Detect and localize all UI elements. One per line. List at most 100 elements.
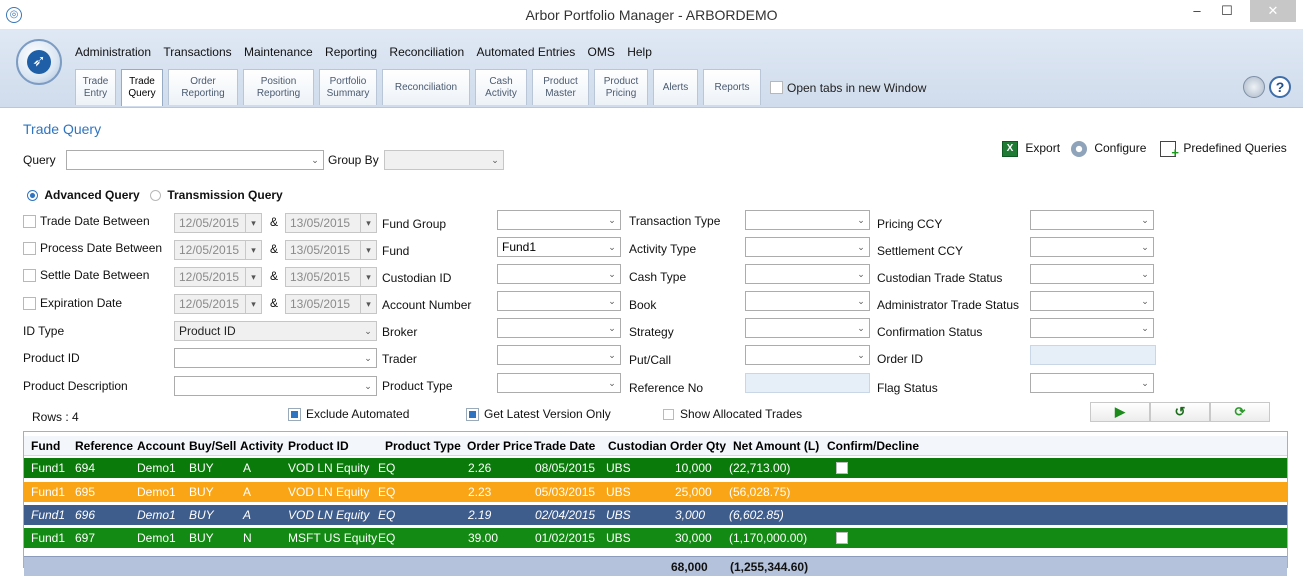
col-trade-date[interactable]: Trade Date (534, 439, 595, 453)
confirm-checkbox[interactable] (836, 532, 848, 544)
group-by-select[interactable]: ⌄ (384, 150, 504, 170)
process-date-to[interactable]: 13/05/2015 ▾ (285, 240, 377, 260)
run-query-button[interactable]: ▶ (1090, 402, 1150, 422)
pricing-ccy-select[interactable]: ⌄ (1030, 210, 1154, 230)
menu-oms[interactable]: OMS (588, 45, 615, 59)
menu-administration[interactable]: Administration (75, 45, 151, 59)
order-id-input[interactable] (1030, 345, 1156, 365)
undo-button[interactable]: ↺ (1150, 402, 1210, 422)
col-product-type[interactable]: Product Type (385, 439, 461, 453)
trade-date-checkbox[interactable] (23, 215, 36, 229)
latest-version-checkbox[interactable] (466, 408, 479, 422)
process-date-checkbox[interactable] (23, 242, 36, 256)
tab-reconciliation[interactable]: Reconciliation (382, 69, 470, 105)
show-allocated-checkbox[interactable] (663, 409, 674, 421)
product-type-select[interactable]: ⌄ (497, 373, 621, 393)
close-button[interactable]: ✕ (1250, 0, 1296, 22)
menu-transactions[interactable]: Transactions (163, 45, 231, 59)
tab-trade-query[interactable]: Trade Query (121, 69, 163, 106)
settle-date-to[interactable]: 13/05/2015 ▾ (285, 267, 377, 287)
col-order-price[interactable]: Order Price (467, 439, 532, 453)
predefined-queries-button[interactable]: + Predefined Queries (1160, 141, 1287, 160)
col-product-id[interactable]: Product ID (288, 439, 349, 453)
table-row[interactable]: Fund1 697 Demo1 BUY N MSFT US Equity EQ … (24, 528, 1287, 548)
export-button[interactable]: X Export (1002, 141, 1060, 157)
settle-date-checkbox[interactable] (23, 269, 36, 283)
trader-select[interactable]: ⌄ (497, 345, 621, 365)
product-description-input[interactable]: ⌄ (174, 376, 377, 396)
custodian-trade-status-select[interactable]: ⌄ (1030, 264, 1154, 284)
col-reference[interactable]: Reference (75, 439, 133, 453)
trade-date-from[interactable]: 12/05/2015 ▾ (174, 213, 262, 233)
fund-select[interactable]: Fund1 ⌄ (497, 237, 621, 257)
open-tabs-option[interactable]: Open tabs in new Window (770, 80, 926, 95)
product-id-input[interactable]: ⌄ (174, 348, 377, 368)
broker-select[interactable]: ⌄ (497, 318, 621, 338)
query-select[interactable]: ⌄ (66, 150, 324, 170)
settlement-ccy-select[interactable]: ⌄ (1030, 237, 1154, 257)
help-icon[interactable]: ? (1269, 76, 1291, 98)
col-activity[interactable]: Activity (240, 439, 283, 453)
exclude-automated-checkbox[interactable] (288, 408, 301, 422)
strategy-select[interactable]: ⌄ (745, 318, 870, 338)
globe-icon[interactable] (1243, 76, 1265, 98)
open-tabs-checkbox[interactable] (770, 81, 783, 95)
process-date-filter[interactable]: Process Date Between (23, 241, 162, 256)
menu-reporting[interactable]: Reporting (325, 45, 377, 59)
transmission-query-radio[interactable]: Transmission Query (150, 188, 283, 202)
confirmation-status-select[interactable]: ⌄ (1030, 318, 1154, 338)
account-number-select[interactable]: ⌄ (497, 291, 621, 311)
col-confirm-decline[interactable]: Confirm/Decline (827, 439, 919, 453)
put-call-select[interactable]: ⌄ (745, 345, 870, 365)
col-fund[interactable]: Fund (31, 439, 60, 453)
configure-button[interactable]: Configure (1071, 141, 1146, 157)
col-custodian[interactable]: Custodian (608, 439, 667, 453)
show-allocated-option[interactable]: Show Allocated Trades (663, 407, 802, 421)
trade-date-filter[interactable]: Trade Date Between (23, 214, 150, 229)
col-account[interactable]: Account (137, 439, 185, 453)
process-date-from[interactable]: 12/05/2015 ▾ (174, 240, 262, 260)
table-row[interactable]: Fund1 696 Demo1 BUY A VOD LN Equity EQ 2… (24, 505, 1287, 525)
fund-group-select[interactable]: ⌄ (497, 210, 621, 230)
expiration-date-checkbox[interactable] (23, 297, 36, 311)
tab-product-pricing[interactable]: Product Pricing (594, 69, 648, 105)
exclude-automated-option[interactable]: Exclude Automated (288, 407, 409, 422)
flag-status-select[interactable]: ⌄ (1030, 373, 1154, 393)
tab-portfolio-summary[interactable]: Portfolio Summary (319, 69, 377, 105)
col-net-amount[interactable]: Net Amount (L) (733, 439, 819, 453)
activity-type-select[interactable]: ⌄ (745, 237, 870, 257)
latest-version-option[interactable]: Get Latest Version Only (466, 407, 611, 422)
tab-order-reporting[interactable]: Order Reporting (168, 69, 238, 105)
advanced-query-radio[interactable]: Advanced Query (27, 188, 140, 202)
cash-type-select[interactable]: ⌄ (745, 264, 870, 284)
col-order-qty[interactable]: Order Qty (670, 439, 726, 453)
menu-help[interactable]: Help (627, 45, 652, 59)
tab-cash-activity[interactable]: Cash Activity (475, 69, 527, 105)
maximize-button[interactable]: ☐ (1212, 0, 1242, 22)
reference-no-input[interactable] (745, 373, 870, 393)
administrator-trade-status-select[interactable]: ⌄ (1030, 291, 1154, 311)
refresh-button[interactable]: ⟳ (1210, 402, 1270, 422)
book-select[interactable]: ⌄ (745, 291, 870, 311)
app-logo[interactable]: ➶ (16, 39, 62, 85)
trade-date-to[interactable]: 13/05/2015 ▾ (285, 213, 377, 233)
tab-trade-entry[interactable]: Trade Entry (75, 69, 116, 105)
tab-alerts[interactable]: Alerts (653, 69, 698, 105)
id-type-select[interactable]: Product ID ⌄ (174, 321, 377, 341)
menu-maintenance[interactable]: Maintenance (244, 45, 313, 59)
expiration-date-from[interactable]: 12/05/2015 ▾ (174, 294, 262, 314)
minimize-button[interactable]: – (1182, 0, 1212, 22)
transaction-type-select[interactable]: ⌄ (745, 210, 870, 230)
table-row[interactable]: Fund1 694 Demo1 BUY A VOD LN Equity EQ 2… (24, 458, 1287, 478)
settle-date-from[interactable]: 12/05/2015 ▾ (174, 267, 262, 287)
table-row[interactable]: Fund1 695 Demo1 BUY A VOD LN Equity EQ 2… (24, 482, 1287, 502)
tab-position-reporting[interactable]: Position Reporting (243, 69, 314, 105)
menu-reconciliation[interactable]: Reconciliation (389, 45, 464, 59)
col-buy-sell[interactable]: Buy/Sell (189, 439, 236, 453)
tab-reports[interactable]: Reports (703, 69, 761, 105)
tab-product-master[interactable]: Product Master (532, 69, 589, 105)
settle-date-filter[interactable]: Settle Date Between (23, 268, 149, 283)
confirm-checkbox[interactable] (836, 462, 848, 474)
expiration-date-to[interactable]: 13/05/2015 ▾ (285, 294, 377, 314)
menu-automated-entries[interactable]: Automated Entries (476, 45, 575, 59)
